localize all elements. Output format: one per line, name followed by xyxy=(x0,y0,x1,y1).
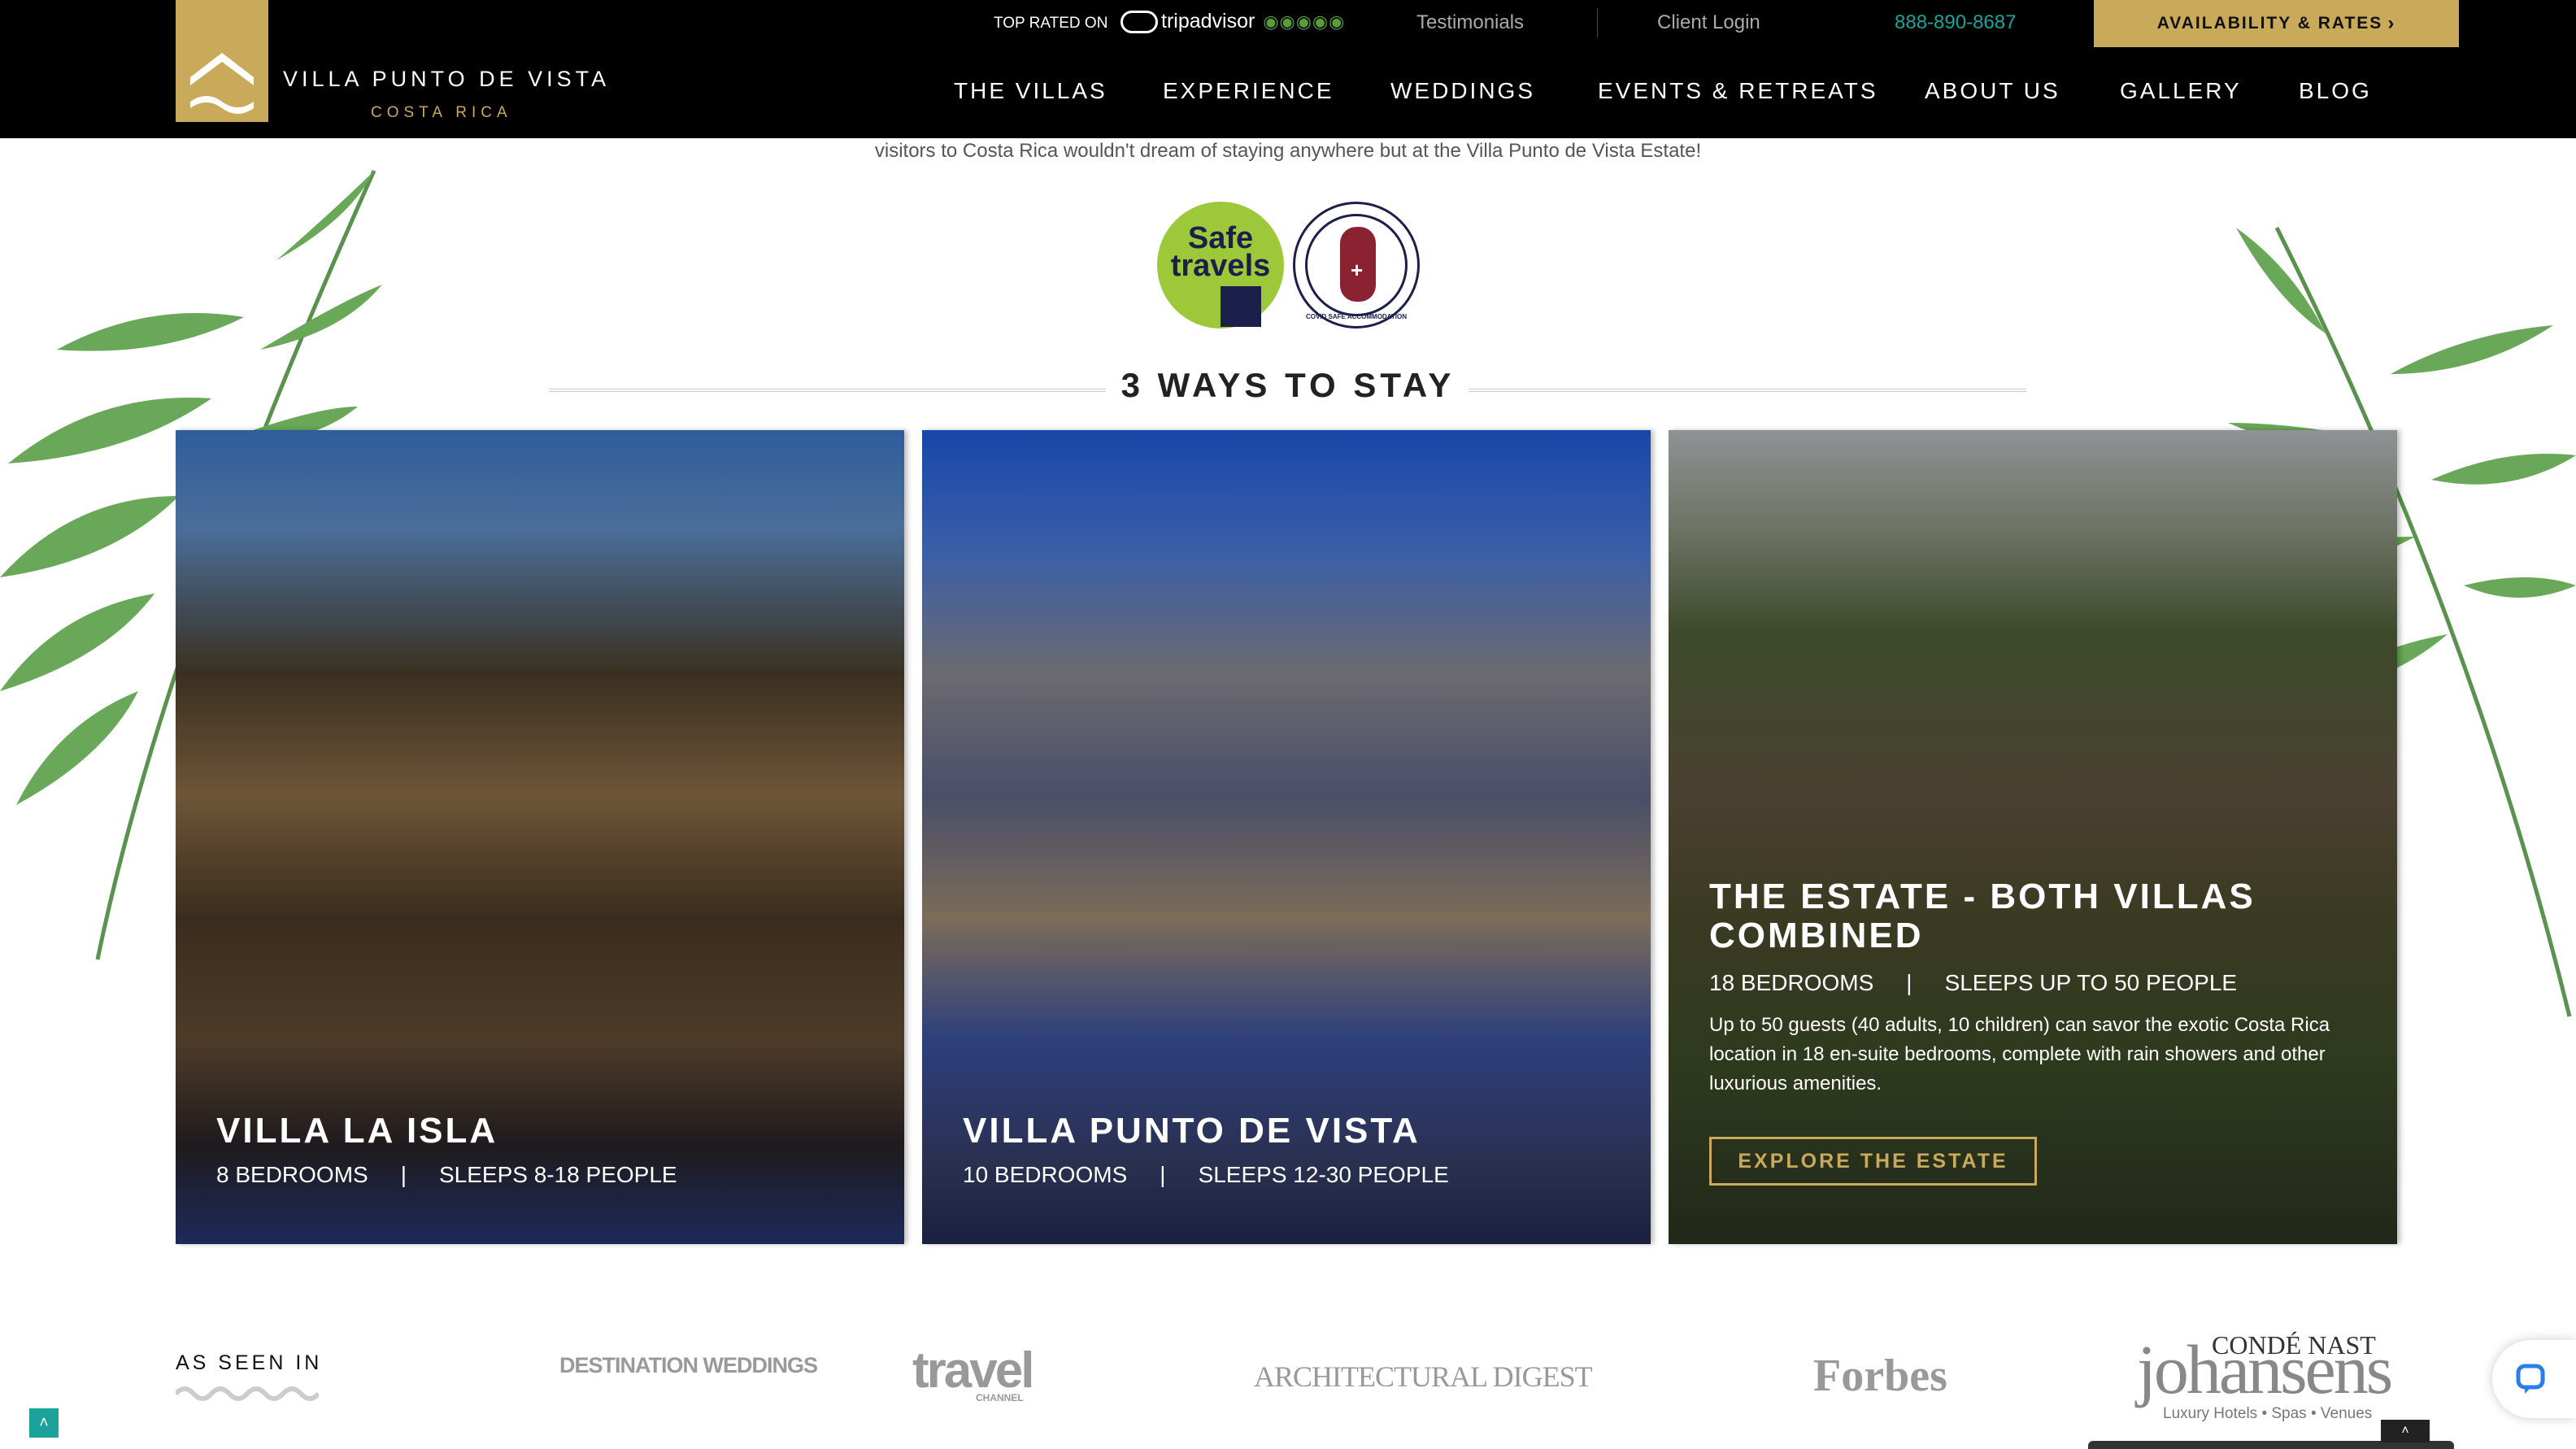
expand-bar-button[interactable]: ˄ xyxy=(2381,1420,2430,1442)
johansens-tagline: Luxury Hotels • Spas • Venues xyxy=(2163,1405,2373,1422)
site-header: VILLA PUNTO DE VISTA COSTA RICA TOP RATE… xyxy=(0,0,2576,138)
covid-safe-badge: + COVID SAFE ACCOMMODATION xyxy=(1293,202,1420,329)
chevron-up-icon: ˄ xyxy=(2401,1424,2409,1438)
bedrooms: 8 BEDROOMS xyxy=(216,1162,368,1187)
sleeps: SLEEPS 8-18 PEOPLE xyxy=(438,1162,677,1187)
availability-label: AVAILABILITY & RATES xyxy=(2156,14,2383,33)
destination-weddings-logo: DESTINATION WEDDINGS xyxy=(559,1353,818,1377)
wttc-logo xyxy=(1221,286,1261,327)
sleeps: SLEEPS 12-30 PEOPLE xyxy=(1198,1162,1449,1187)
card-details: 10 BEDROOMS | SLEEPS 12-30 PEOPLE xyxy=(963,1162,1449,1188)
forbes-logo: Forbes xyxy=(1813,1351,1947,1401)
logo-name[interactable]: VILLA PUNTO DE VISTA xyxy=(283,67,610,92)
wave-divider-icon xyxy=(176,1386,319,1401)
separator: | xyxy=(400,1162,407,1187)
availability-rates-button[interactable]: AVAILABILITY & RATES › xyxy=(2094,0,2459,47)
intro-text: visitors to Costa Rica wouldn't dream of… xyxy=(874,140,1702,162)
chevron-up-icon: ˄ xyxy=(39,1414,49,1432)
scroll-to-top-button[interactable]: ˄ xyxy=(29,1408,59,1438)
architectural-digest-logo: ARCHITECTURAL DIGEST xyxy=(1254,1360,1593,1393)
card-title: VILLA PUNTO DE VISTA xyxy=(963,1111,1421,1151)
chat-button[interactable] xyxy=(2492,1340,2576,1418)
nav-weddings[interactable]: WEDDINGS xyxy=(1390,78,1535,104)
as-seen-in-label: AS SEEN IN xyxy=(176,1351,323,1374)
rating-bubbles-icon: ◉◉◉◉◉ xyxy=(1263,11,1346,32)
tripadvisor-link[interactable]: tripadvisor ◉◉◉◉◉ xyxy=(1120,10,1345,33)
estate-card[interactable]: THE ESTATE - BOTH VILLAS COMBINED 18 BED… xyxy=(1669,430,2397,1244)
testimonials-link[interactable]: Testimonials xyxy=(1416,11,1524,34)
nav-experience[interactable]: EXPERIENCE xyxy=(1163,78,1334,104)
badge-text: COVID SAFE ACCOMMODATION xyxy=(1306,313,1407,320)
logo-mark[interactable] xyxy=(176,0,268,122)
top-rated-label: TOP RATED ON xyxy=(994,15,1108,32)
roof-wave-logo-icon xyxy=(190,53,254,114)
travel-channel-logo: travel xyxy=(912,1342,1034,1399)
tripadvisor-wordmark: tripadvisor xyxy=(1161,10,1255,33)
bedrooms: 10 BEDROOMS xyxy=(963,1162,1128,1187)
card-title: THE ESTATE - BOTH VILLAS COMBINED xyxy=(1709,877,2256,955)
heading-rule-right xyxy=(1469,389,2026,392)
safe-travels-badge: Safe travels xyxy=(1157,202,1284,329)
villa-card-punto-de-vista[interactable]: VILLA PUNTO DE VISTA 10 BEDROOMS | SLEEPS … xyxy=(922,430,1651,1244)
bedrooms: 18 BEDROOMS xyxy=(1709,970,1874,995)
nav-gallery[interactable]: GALLERY xyxy=(2120,78,2242,104)
card-title: VILLA LA ISLA xyxy=(216,1111,498,1151)
tripadvisor-owl-icon xyxy=(1120,10,1158,33)
badge-text: travels xyxy=(1170,249,1271,283)
logo-subtitle: COSTA RICA xyxy=(371,104,512,121)
villa-card-la-isla[interactable]: VILLA LA ISLA 8 BEDROOMS | SLEEPS 8-18 PEO… xyxy=(176,430,904,1244)
card-details: 8 BEDROOMS | SLEEPS 8-18 PEOPLE xyxy=(216,1162,677,1188)
card-description: Up to 50 guests (40 adults, 10 children)… xyxy=(1709,1014,2330,1094)
phone-link[interactable]: 888-890-8687 xyxy=(1895,11,2016,34)
travel-channel-sub: CHANNEL xyxy=(976,1392,1024,1403)
client-login-link[interactable]: Client Login xyxy=(1657,11,1760,34)
card-details: 18 BEDROOMS | SLEEPS UP TO 50 PEOPLE xyxy=(1709,970,2237,996)
chat-bubble-icon xyxy=(2516,1364,2545,1394)
separator: | xyxy=(1160,1162,1166,1187)
explore-estate-button[interactable]: EXPLORE THE ESTATE xyxy=(1709,1137,2037,1186)
johansens-logo: johansens xyxy=(2137,1330,2393,1408)
nav-the-villas[interactable]: THE VILLAS xyxy=(954,78,1107,104)
section-title: 3 WAYS TO STAY xyxy=(1120,366,1456,404)
nav-blog[interactable]: BLOG xyxy=(2299,78,2372,104)
separator: | xyxy=(1906,970,1912,995)
nav-about-us[interactable]: ABOUT US xyxy=(1925,78,2060,104)
sleeps: SLEEPS UP TO 50 PEOPLE xyxy=(1944,970,2238,995)
divider xyxy=(1597,8,1598,37)
badge-text: Safe xyxy=(1187,221,1254,255)
chevron-right-icon: › xyxy=(2387,12,2396,34)
nav-events-retreats[interactable]: EVENTS & RETREATS xyxy=(1598,78,1878,104)
